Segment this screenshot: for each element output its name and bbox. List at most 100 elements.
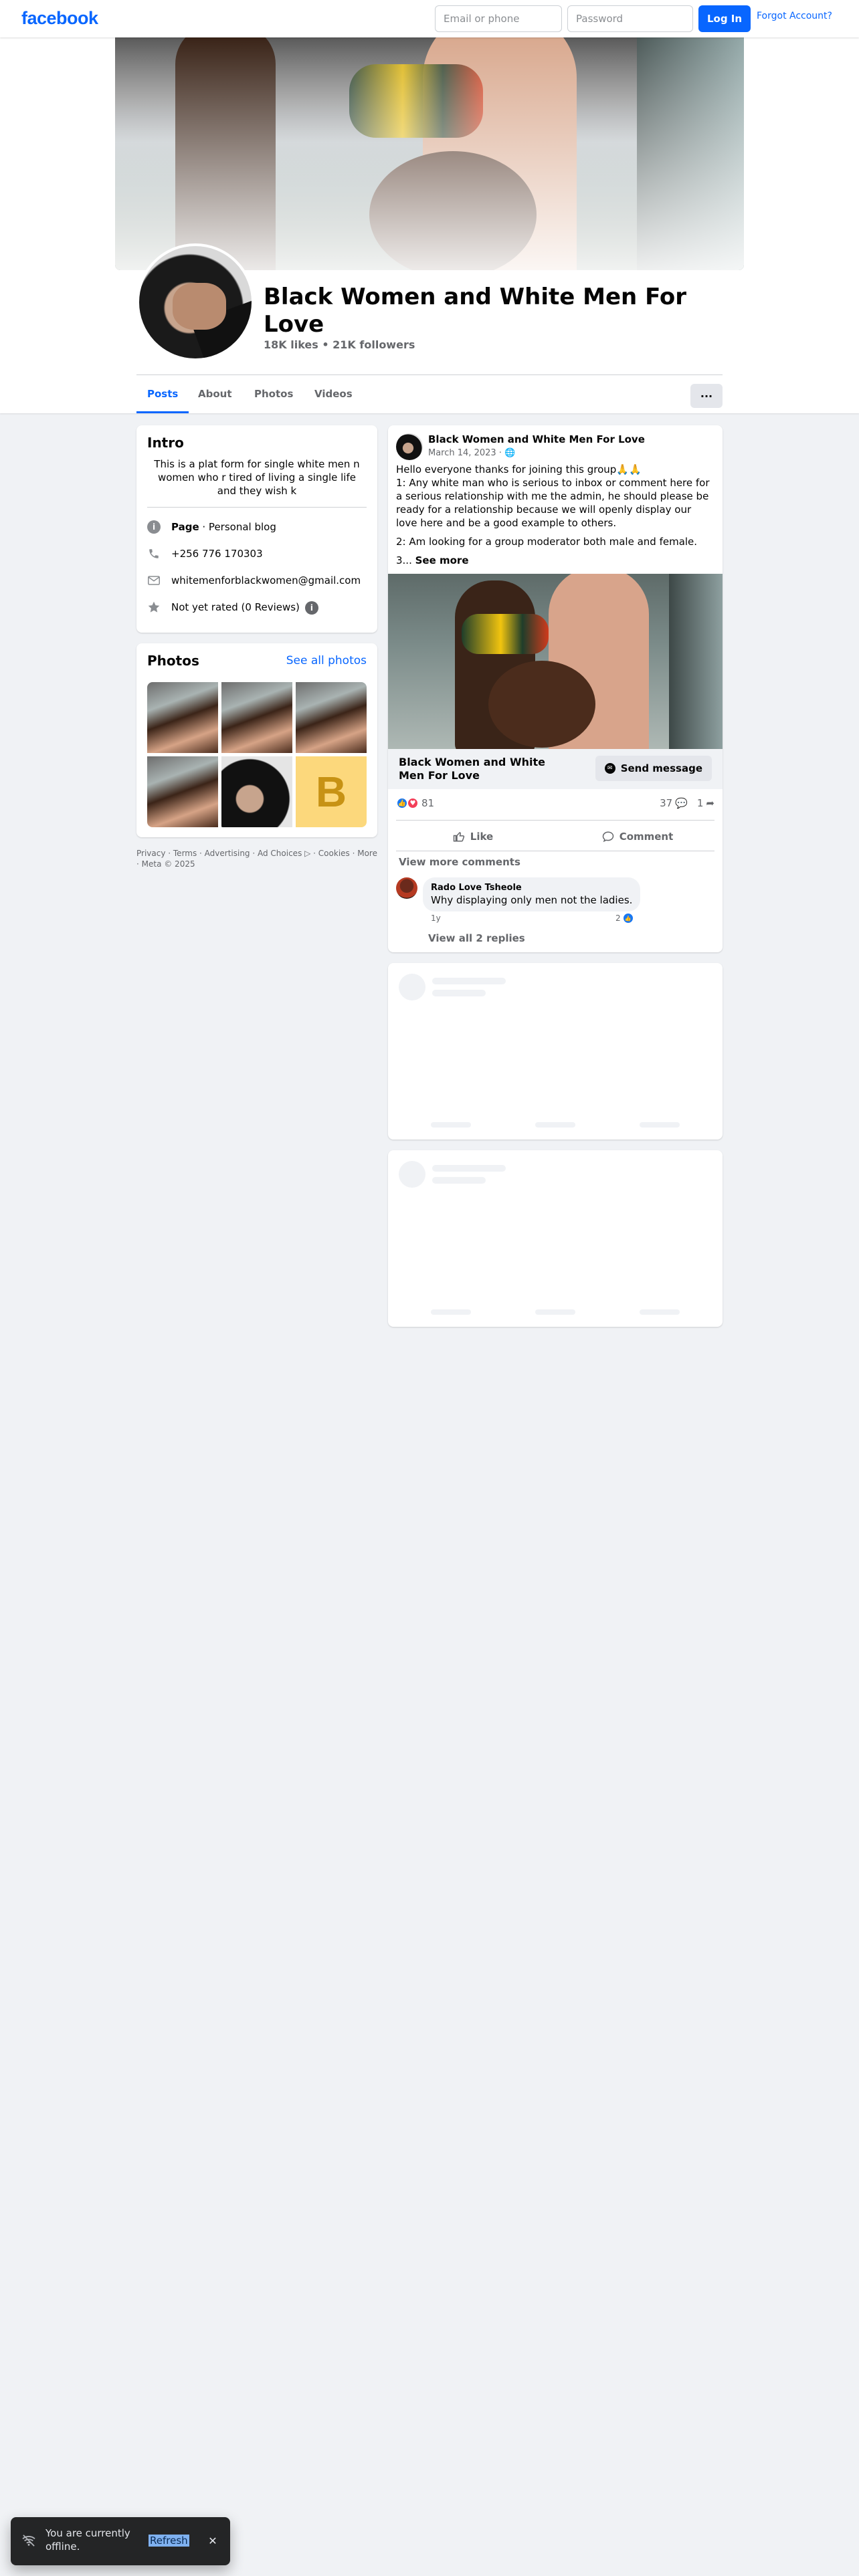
page-title: Black Women and White Men For Love <box>264 284 687 338</box>
photos-title[interactable]: Photos <box>147 653 199 669</box>
info-icon: i <box>147 520 161 534</box>
intro-divider <box>147 507 367 508</box>
skeleton-line <box>432 1177 486 1184</box>
post-author-name[interactable]: Black Women and White Men For Love <box>428 433 645 445</box>
wifi-off-icon <box>21 2535 37 2548</box>
comment-reactions[interactable]: 2 👍 <box>615 913 634 924</box>
post-author-avatar[interactable] <box>396 433 423 460</box>
comment-icon: 💬 <box>675 797 688 809</box>
facebook-logo[interactable]: facebook <box>21 8 98 29</box>
phone-icon <box>147 547 161 560</box>
intro-rating: Not yet rated (0 Reviews) <box>171 601 300 613</box>
top-navigation-bar: facebook Log In Forgot Account? <box>0 0 859 37</box>
comment-text: Why displaying only men not the ladies. <box>431 894 633 906</box>
intro-row-rating: Not yet rated (0 Reviews) i <box>147 599 367 615</box>
post-body: Hello everyone thanks for joining this g… <box>396 463 714 572</box>
cover-gradient-overlay <box>115 37 744 270</box>
email-field[interactable] <box>435 5 562 32</box>
commenter-name[interactable]: Rado Love Tsheole <box>431 883 632 893</box>
photo-thumbnail[interactable] <box>221 756 292 827</box>
skeleton-line <box>432 1165 506 1172</box>
comment-time[interactable]: 1y <box>431 914 441 923</box>
skeleton-line <box>535 1122 575 1128</box>
post-image-belly-shape <box>488 661 595 748</box>
cover-photo[interactable] <box>115 37 744 270</box>
post-line: Hello everyone thanks for joining this g… <box>396 463 642 475</box>
comment-bubble: Rado Love Tsheole Why displaying only me… <box>423 877 641 911</box>
loading-post-placeholder <box>388 963 723 1140</box>
intro-row-phone: +256 776 170303 <box>147 546 367 562</box>
footer-links[interactable]: Privacy · Terms · Advertising · Ad Choic… <box>136 848 377 869</box>
intro-title: Intro <box>147 435 184 451</box>
like-reaction-icon: 👍 <box>622 913 634 924</box>
post-image-door-shape <box>669 574 723 749</box>
comment-count[interactable]: 37 <box>660 797 672 809</box>
reaction-count: 81 <box>421 797 435 809</box>
tab-posts[interactable]: Posts <box>136 379 189 413</box>
intro-email[interactable]: whitemenforblackwomen@gmail.com <box>171 572 361 588</box>
intro-page-label: Page <box>171 521 199 533</box>
header-divider <box>136 374 723 375</box>
send-message-label: Send message <box>620 762 702 774</box>
rating-info-icon[interactable]: i <box>304 601 318 615</box>
profile-picture[interactable] <box>136 243 254 361</box>
photos-card: Photos See all photos B <box>136 643 377 837</box>
tab-about[interactable]: About <box>187 379 243 413</box>
envelope-icon <box>147 574 161 587</box>
intro-bio: This is a plat form for single white men… <box>154 458 360 497</box>
skeleton-avatar <box>399 1161 425 1188</box>
intro-card: Intro This is a plat form for single whi… <box>136 425 377 633</box>
star-icon <box>147 601 161 614</box>
photo-thumbnail[interactable] <box>147 756 218 827</box>
intro-phone[interactable]: +256 776 170303 <box>171 546 263 562</box>
post-card: Black Women and White Men For Love March… <box>388 425 723 952</box>
forgot-account-link[interactable]: Forgot Account? <box>757 11 832 21</box>
photo-thumbnail[interactable] <box>221 682 292 753</box>
send-message-button[interactable]: ✉ Send message <box>595 756 712 781</box>
page-cta-bar: Black Women and White Men For Love ✉ Sen… <box>388 749 723 789</box>
like-label: Like <box>470 831 494 843</box>
post-divider <box>396 820 714 821</box>
see-more-link[interactable]: See more <box>415 554 469 566</box>
password-field[interactable] <box>567 5 693 32</box>
skeleton-line <box>640 1309 680 1315</box>
cta-page-name[interactable]: Black Women and White Men For Love <box>399 756 573 782</box>
skeleton-line <box>432 978 506 984</box>
comment-button[interactable]: Comment <box>561 825 714 848</box>
messenger-icon: ✉ <box>604 763 615 774</box>
share-count[interactable]: 1 <box>697 797 704 809</box>
engagement-counts: 37 💬 1 ➦ <box>660 796 714 811</box>
post-image-bikini-shape <box>462 614 549 654</box>
intro-row-page: i Page · Personal blog <box>147 519 367 535</box>
reaction-summary[interactable]: 👍 ♥ 81 <box>396 796 434 811</box>
letter-tile: B <box>296 756 367 827</box>
offline-message: You are currently offline. <box>45 2527 130 2553</box>
page-stats[interactable]: 18K likes • 21K followers <box>264 338 415 351</box>
photo-thumbnail[interactable] <box>296 682 367 753</box>
skeleton-line <box>431 1309 471 1315</box>
photo-thumbnail-letter[interactable]: B <box>296 756 367 827</box>
share-icon: ➦ <box>706 797 714 809</box>
commenter-avatar[interactable] <box>396 877 417 899</box>
profile-hand-shape <box>173 283 226 330</box>
tab-photos[interactable]: Photos <box>244 379 304 413</box>
skeleton-line <box>432 990 486 996</box>
login-button[interactable]: Log In <box>698 5 751 32</box>
view-replies-link[interactable]: View all 2 replies <box>428 932 525 944</box>
more-options-button[interactable]: ··· <box>690 384 723 408</box>
skeleton-line <box>431 1122 471 1128</box>
photo-thumbnail[interactable] <box>147 682 218 753</box>
see-all-photos-link[interactable]: See all photos <box>286 654 367 667</box>
post-timestamp[interactable]: March 14, 2023 · 🌐 <box>428 448 515 458</box>
comment-label: Comment <box>619 831 674 843</box>
skeleton-avatar <box>399 974 425 1000</box>
post-image[interactable] <box>388 574 723 749</box>
tab-videos[interactable]: Videos <box>304 379 363 413</box>
like-button[interactable]: Like <box>396 825 550 848</box>
view-more-comments-link[interactable]: View more comments <box>399 856 520 868</box>
intro-row-email: whitemenforblackwomen@gmail.com <box>147 572 367 588</box>
close-icon[interactable]: ✕ <box>205 2533 221 2549</box>
refresh-link[interactable]: Refresh <box>149 2535 189 2547</box>
intro-category: · Personal blog <box>199 521 276 533</box>
skeleton-line <box>535 1309 575 1315</box>
